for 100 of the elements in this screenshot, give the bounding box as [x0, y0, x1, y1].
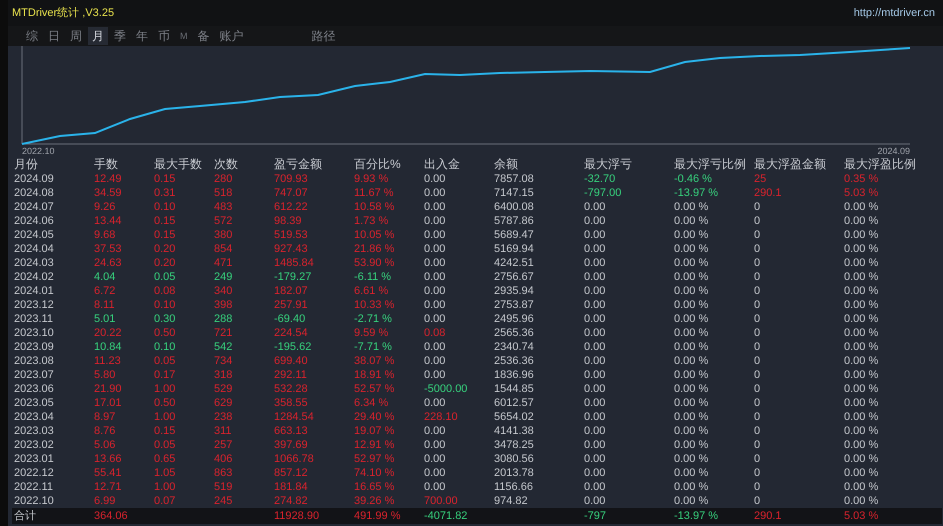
table-cell-text: 0.00 [583, 242, 606, 256]
table-cell-text: 181.84 [273, 480, 309, 494]
column-header: 余额 [493, 156, 519, 172]
table-cell-text: 0.00 % [843, 256, 880, 270]
table-cell-text: 0 [753, 270, 762, 284]
table-cell-text: 0 [753, 242, 762, 256]
period-tab[interactable]: 综 [22, 27, 42, 45]
table-cell-text: 2935.94 [493, 284, 535, 298]
table-cell-text: 0.65 [153, 452, 176, 466]
period-tab[interactable]: M [176, 27, 192, 45]
table-cell-text: 2023.06 [13, 382, 55, 396]
table-cell: 274.82 [272, 494, 352, 508]
table-cell-text: 2024.06 [13, 214, 55, 228]
table-cell-text: 358.55 [273, 396, 309, 410]
website-link[interactable]: http://mtdriver.cn [854, 4, 935, 22]
table-cell-text: 0 [753, 452, 762, 466]
table-cell: 39.26 % [352, 494, 422, 508]
table-cell-text: 0.00 [423, 256, 446, 270]
table-cell-text: 0.00 % [673, 340, 710, 354]
table-cell-text: 471 [213, 256, 234, 270]
table-cell-text: -69.40 [273, 312, 306, 326]
period-tab[interactable]: 周 [66, 27, 86, 45]
table-cell-text: 863 [213, 466, 234, 480]
table-cell-text: 6.72 [93, 284, 116, 298]
column-header: 最大手数 [153, 156, 203, 172]
column-header: 最大浮盈比例 [843, 156, 917, 172]
table-cell-text: 0.00 % [843, 270, 880, 284]
table-cell-text: 0.00 [583, 298, 606, 312]
table-cell-text: 2023.11 [13, 312, 54, 326]
table-cell-text: 2023.12 [13, 298, 55, 312]
table-cell-text: 38.07 % [353, 354, 396, 368]
table-cell-text: 5654.02 [493, 410, 535, 424]
table-cell-text: 0.00 % [673, 368, 710, 382]
table-cell-text: -7.71 % [353, 340, 393, 354]
table-cell-text: 4242.51 [493, 256, 535, 270]
table-cell-text: 0.00 [423, 284, 446, 298]
table-cell-text: 1544.85 [493, 382, 535, 396]
table-cell-text: 1.00 [153, 480, 176, 494]
table-cell: 364.06 [92, 508, 152, 524]
column-header: 最大浮盈金额 [753, 156, 827, 172]
period-tab[interactable]: 季 [110, 27, 130, 45]
table-cell: 2022.10 [12, 494, 92, 508]
column-header: 次数 [213, 156, 239, 172]
period-tab[interactable]: 年 [132, 27, 152, 45]
table-cell-text: 0.00 % [843, 396, 880, 410]
period-tab[interactable]: 月 [88, 27, 108, 45]
table-cell-text: 0.00 % [673, 200, 710, 214]
table-cell-text: 1.73 % [353, 214, 390, 228]
period-tab[interactable]: 路径 [308, 27, 340, 45]
table-cell-text: 13.44 [93, 214, 123, 228]
table-cell-text: 5169.94 [493, 242, 535, 256]
table-cell-text: 2024.05 [13, 228, 55, 242]
period-tab[interactable]: 账户 [216, 27, 248, 45]
table-cell-text: 0.00 % [673, 214, 710, 228]
period-tab[interactable]: 日 [44, 27, 64, 45]
table-cell-text: 5787.86 [493, 214, 535, 228]
table-cell-text: 6400.08 [493, 200, 535, 214]
table-cell-text: 406 [213, 452, 234, 466]
table-cell-text: 238 [213, 410, 234, 424]
table-cell-text: 0 [753, 200, 762, 214]
table-cell-text: 0.10 [153, 298, 176, 312]
table-cell-text: 1836.96 [493, 368, 535, 382]
table-cell: 245 [212, 494, 272, 508]
table-cell-text: 0 [753, 424, 762, 438]
table-cell-text: 0.00 % [843, 242, 880, 256]
column-header: 出入金 [423, 156, 461, 172]
table-cell-text: 25 [753, 172, 768, 186]
table-cell-text: 0.15 [153, 214, 176, 228]
table-cell-text: 9.68 [93, 228, 116, 242]
table-cell-text: 0.00 [423, 298, 446, 312]
table-cell-text: 21.90 [93, 382, 123, 396]
table-cell-text: 0.00 % [673, 326, 710, 340]
table-cell-text: -5000.00 [423, 382, 468, 396]
table-cell-text: 5689.47 [493, 228, 535, 242]
table-cell-text: 529 [213, 382, 234, 396]
table-cell-text: 5.03 % [843, 186, 880, 200]
table-cell-text: 927.43 [273, 242, 309, 256]
period-tab[interactable]: 币 [154, 27, 174, 45]
table-cell-text: 2536.36 [493, 354, 535, 368]
table-cell-text: 572 [213, 214, 234, 228]
table-cell-text: 6.61 % [353, 284, 390, 298]
table-cell-text: 0.10 [153, 200, 176, 214]
table-cell: 0.00 % [672, 494, 752, 508]
period-tab[interactable]: 备 [194, 27, 214, 45]
table-cell-text: 0.15 [153, 228, 176, 242]
table-cell-text: 0.00 % [843, 354, 880, 368]
table-cell-text: 1.05 [153, 466, 176, 480]
table-cell-text: 483 [213, 200, 234, 214]
column-header: 最大浮亏比例 [673, 156, 747, 172]
column-header: 百分比% [353, 156, 402, 172]
table-cell-text: 0 [753, 298, 762, 312]
table-cell-text: 532.28 [273, 382, 309, 396]
table-cell-text: 0.00 [423, 480, 446, 494]
table-cell-text: 519 [213, 480, 234, 494]
table-cell-text: 397.69 [273, 438, 309, 452]
column-header: 月份 [13, 156, 39, 172]
table-cell-text: 8.11 [93, 298, 116, 312]
table-cell-text: 12.49 [93, 172, 123, 186]
table-cell-text: 292.11 [273, 368, 308, 382]
table-cell-text: 2023.10 [13, 326, 55, 340]
